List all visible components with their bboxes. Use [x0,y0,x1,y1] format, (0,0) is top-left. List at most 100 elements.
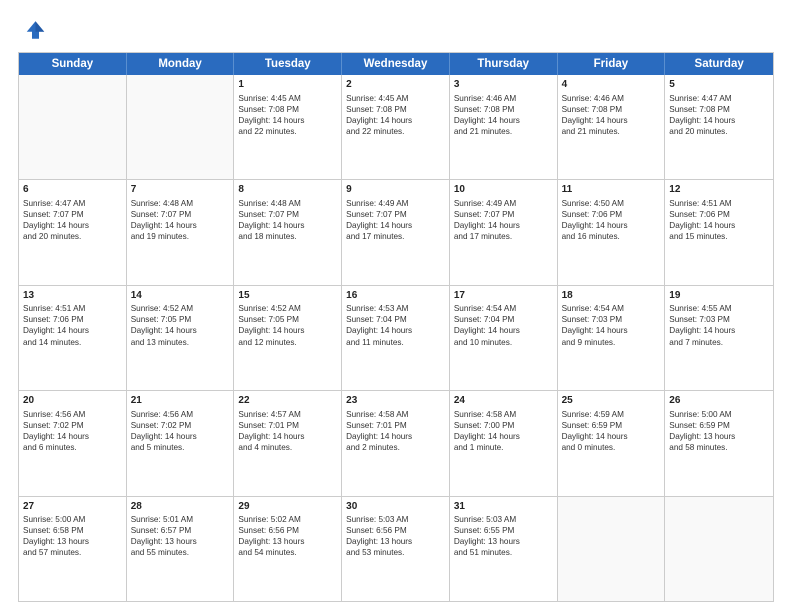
calendar-cell: 23Sunrise: 4:58 AMSunset: 7:01 PMDayligh… [342,391,450,495]
day-number: 30 [346,500,445,514]
calendar-cell: 29Sunrise: 5:02 AMSunset: 6:56 PMDayligh… [234,497,342,601]
day-number: 22 [238,394,337,408]
day-number: 14 [131,289,230,303]
day-number: 11 [562,183,661,197]
day-number: 26 [669,394,769,408]
cell-info: Sunrise: 4:49 AMSunset: 7:07 PMDaylight:… [346,198,445,242]
calendar: SundayMondayTuesdayWednesdayThursdayFrid… [18,52,774,602]
cell-info: Sunrise: 5:02 AMSunset: 6:56 PMDaylight:… [238,514,337,558]
cell-info: Sunrise: 4:45 AMSunset: 7:08 PMDaylight:… [238,93,337,137]
cell-info: Sunrise: 4:47 AMSunset: 7:07 PMDaylight:… [23,198,122,242]
cell-info: Sunrise: 4:57 AMSunset: 7:01 PMDaylight:… [238,409,337,453]
calendar-cell: 8Sunrise: 4:48 AMSunset: 7:07 PMDaylight… [234,180,342,284]
weekday-header: Monday [127,53,235,75]
weekday-header: Thursday [450,53,558,75]
calendar-cell: 16Sunrise: 4:53 AMSunset: 7:04 PMDayligh… [342,286,450,390]
calendar-cell: 25Sunrise: 4:59 AMSunset: 6:59 PMDayligh… [558,391,666,495]
calendar-row: 27Sunrise: 5:00 AMSunset: 6:58 PMDayligh… [19,497,773,601]
calendar-cell: 19Sunrise: 4:55 AMSunset: 7:03 PMDayligh… [665,286,773,390]
cell-info: Sunrise: 4:45 AMSunset: 7:08 PMDaylight:… [346,93,445,137]
calendar-cell: 22Sunrise: 4:57 AMSunset: 7:01 PMDayligh… [234,391,342,495]
calendar-row: 1Sunrise: 4:45 AMSunset: 7:08 PMDaylight… [19,75,773,180]
cell-info: Sunrise: 4:56 AMSunset: 7:02 PMDaylight:… [131,409,230,453]
calendar-cell: 17Sunrise: 4:54 AMSunset: 7:04 PMDayligh… [450,286,558,390]
weekday-header: Friday [558,53,666,75]
calendar-body: 1Sunrise: 4:45 AMSunset: 7:08 PMDaylight… [19,75,773,601]
cell-info: Sunrise: 4:53 AMSunset: 7:04 PMDaylight:… [346,303,445,347]
calendar-cell: 2Sunrise: 4:45 AMSunset: 7:08 PMDaylight… [342,75,450,179]
cell-info: Sunrise: 4:48 AMSunset: 7:07 PMDaylight:… [238,198,337,242]
cell-info: Sunrise: 4:54 AMSunset: 7:03 PMDaylight:… [562,303,661,347]
cell-info: Sunrise: 4:48 AMSunset: 7:07 PMDaylight:… [131,198,230,242]
day-number: 25 [562,394,661,408]
header [18,16,774,44]
cell-info: Sunrise: 4:47 AMSunset: 7:08 PMDaylight:… [669,93,769,137]
calendar-cell: 31Sunrise: 5:03 AMSunset: 6:55 PMDayligh… [450,497,558,601]
day-number: 19 [669,289,769,303]
cell-info: Sunrise: 4:59 AMSunset: 6:59 PMDaylight:… [562,409,661,453]
calendar-header: SundayMondayTuesdayWednesdayThursdayFrid… [19,53,773,75]
calendar-cell: 15Sunrise: 4:52 AMSunset: 7:05 PMDayligh… [234,286,342,390]
calendar-cell: 6Sunrise: 4:47 AMSunset: 7:07 PMDaylight… [19,180,127,284]
day-number: 12 [669,183,769,197]
calendar-cell: 13Sunrise: 4:51 AMSunset: 7:06 PMDayligh… [19,286,127,390]
calendar-cell: 10Sunrise: 4:49 AMSunset: 7:07 PMDayligh… [450,180,558,284]
day-number: 29 [238,500,337,514]
calendar-cell: 30Sunrise: 5:03 AMSunset: 6:56 PMDayligh… [342,497,450,601]
day-number: 20 [23,394,122,408]
day-number: 28 [131,500,230,514]
calendar-cell: 3Sunrise: 4:46 AMSunset: 7:08 PMDaylight… [450,75,558,179]
day-number: 18 [562,289,661,303]
weekday-header: Wednesday [342,53,450,75]
cell-info: Sunrise: 4:49 AMSunset: 7:07 PMDaylight:… [454,198,553,242]
day-number: 17 [454,289,553,303]
calendar-cell: 9Sunrise: 4:49 AMSunset: 7:07 PMDaylight… [342,180,450,284]
calendar-cell: 27Sunrise: 5:00 AMSunset: 6:58 PMDayligh… [19,497,127,601]
cell-info: Sunrise: 4:51 AMSunset: 7:06 PMDaylight:… [669,198,769,242]
weekday-header: Tuesday [234,53,342,75]
day-number: 2 [346,78,445,92]
weekday-header: Saturday [665,53,773,75]
day-number: 21 [131,394,230,408]
day-number: 5 [669,78,769,92]
calendar-cell: 7Sunrise: 4:48 AMSunset: 7:07 PMDaylight… [127,180,235,284]
day-number: 8 [238,183,337,197]
day-number: 27 [23,500,122,514]
calendar-cell: 21Sunrise: 4:56 AMSunset: 7:02 PMDayligh… [127,391,235,495]
cell-info: Sunrise: 4:54 AMSunset: 7:04 PMDaylight:… [454,303,553,347]
day-number: 10 [454,183,553,197]
calendar-cell: 20Sunrise: 4:56 AMSunset: 7:02 PMDayligh… [19,391,127,495]
calendar-cell: 26Sunrise: 5:00 AMSunset: 6:59 PMDayligh… [665,391,773,495]
calendar-cell: 24Sunrise: 4:58 AMSunset: 7:00 PMDayligh… [450,391,558,495]
day-number: 6 [23,183,122,197]
calendar-cell: 12Sunrise: 4:51 AMSunset: 7:06 PMDayligh… [665,180,773,284]
day-number: 13 [23,289,122,303]
cell-info: Sunrise: 5:03 AMSunset: 6:55 PMDaylight:… [454,514,553,558]
cell-info: Sunrise: 4:52 AMSunset: 7:05 PMDaylight:… [238,303,337,347]
logo-icon [18,16,46,44]
cell-info: Sunrise: 4:46 AMSunset: 7:08 PMDaylight:… [454,93,553,137]
calendar-cell: 5Sunrise: 4:47 AMSunset: 7:08 PMDaylight… [665,75,773,179]
calendar-cell: 1Sunrise: 4:45 AMSunset: 7:08 PMDaylight… [234,75,342,179]
logo [18,16,50,44]
calendar-cell: 28Sunrise: 5:01 AMSunset: 6:57 PMDayligh… [127,497,235,601]
calendar-cell: 4Sunrise: 4:46 AMSunset: 7:08 PMDaylight… [558,75,666,179]
cell-info: Sunrise: 4:52 AMSunset: 7:05 PMDaylight:… [131,303,230,347]
calendar-cell: 11Sunrise: 4:50 AMSunset: 7:06 PMDayligh… [558,180,666,284]
day-number: 24 [454,394,553,408]
cell-info: Sunrise: 4:56 AMSunset: 7:02 PMDaylight:… [23,409,122,453]
calendar-cell [665,497,773,601]
day-number: 15 [238,289,337,303]
cell-info: Sunrise: 5:00 AMSunset: 6:58 PMDaylight:… [23,514,122,558]
day-number: 16 [346,289,445,303]
day-number: 9 [346,183,445,197]
cell-info: Sunrise: 5:01 AMSunset: 6:57 PMDaylight:… [131,514,230,558]
weekday-header: Sunday [19,53,127,75]
cell-info: Sunrise: 4:58 AMSunset: 7:01 PMDaylight:… [346,409,445,453]
cell-info: Sunrise: 4:50 AMSunset: 7:06 PMDaylight:… [562,198,661,242]
calendar-row: 20Sunrise: 4:56 AMSunset: 7:02 PMDayligh… [19,391,773,496]
cell-info: Sunrise: 4:58 AMSunset: 7:00 PMDaylight:… [454,409,553,453]
day-number: 23 [346,394,445,408]
cell-info: Sunrise: 5:03 AMSunset: 6:56 PMDaylight:… [346,514,445,558]
cell-info: Sunrise: 5:00 AMSunset: 6:59 PMDaylight:… [669,409,769,453]
